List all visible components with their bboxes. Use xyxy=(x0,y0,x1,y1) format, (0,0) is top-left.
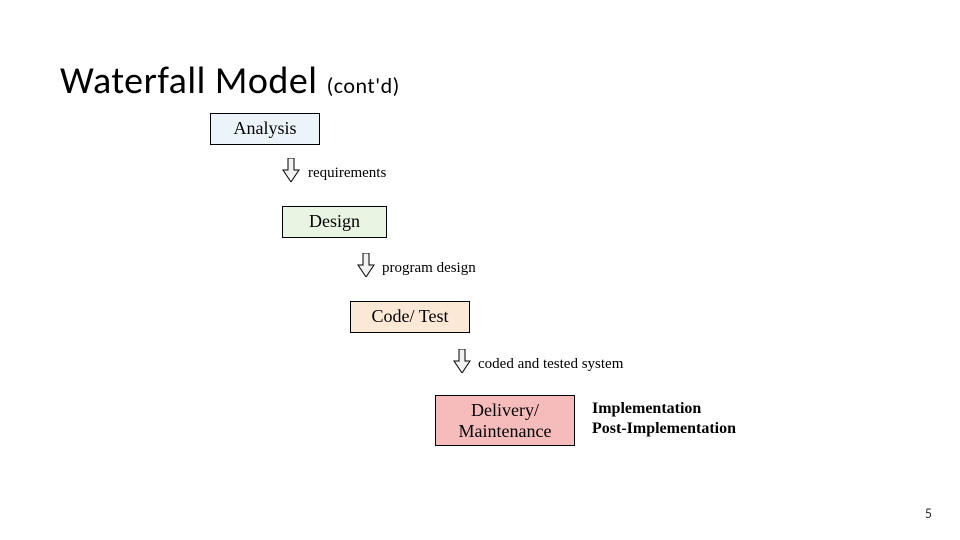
stage-analysis-label: Analysis xyxy=(234,118,297,138)
stage-design-label: Design xyxy=(309,211,360,231)
stage-code-test: Code/ Test xyxy=(350,301,470,333)
transition-program-design: program design xyxy=(382,260,476,277)
stage-analysis: Analysis xyxy=(210,113,320,145)
stage-delivery-maintenance: Delivery/ Maintenance xyxy=(435,395,575,446)
title-sub: (cont'd) xyxy=(327,72,400,99)
stage-delivery-line1: Delivery/ xyxy=(471,400,539,420)
transition-coded-tested: coded and tested system xyxy=(478,356,623,373)
slide-title: Waterfall Model (cont'd) xyxy=(60,58,400,104)
arrow-down-icon xyxy=(356,253,376,277)
arrow-down-icon xyxy=(452,349,472,373)
stage-delivery-line2: Maintenance xyxy=(459,421,552,441)
stage-design: Design xyxy=(282,206,387,238)
implementation-note-line1: Implementation xyxy=(592,400,701,417)
transition-requirements: requirements xyxy=(308,165,386,182)
stage-code-label: Code/ Test xyxy=(372,306,449,326)
implementation-note: Implementation Post-Implementation xyxy=(592,399,736,439)
implementation-note-line2: Post-Implementation xyxy=(592,420,736,437)
slide-number: 5 xyxy=(925,505,932,522)
title-main: Waterfall Model xyxy=(60,58,327,104)
arrow-down-icon xyxy=(281,158,301,182)
